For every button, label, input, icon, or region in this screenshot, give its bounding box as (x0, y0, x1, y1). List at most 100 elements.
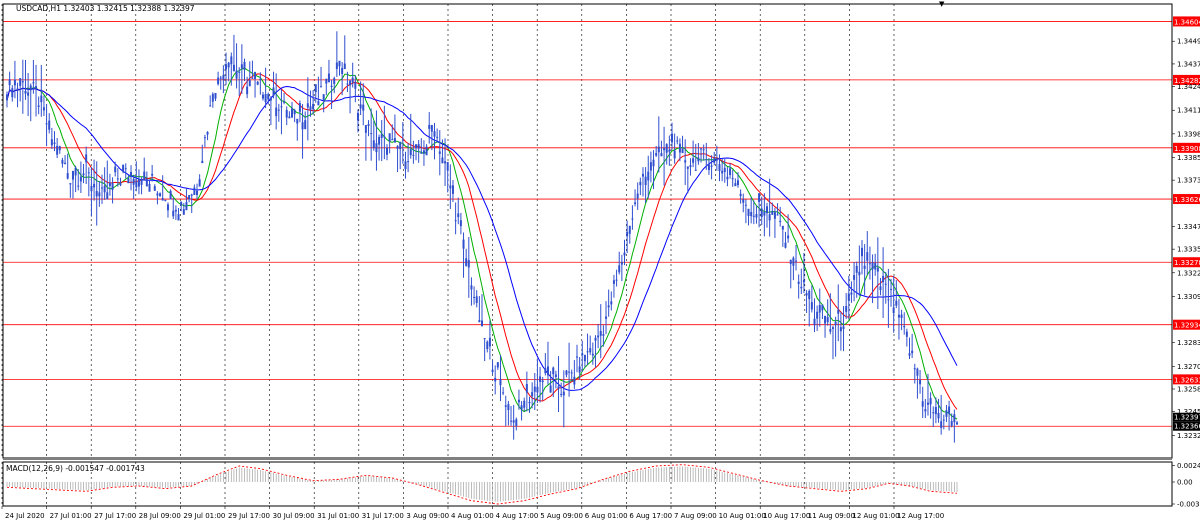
candle-body (649, 162, 652, 171)
candle-body (359, 104, 362, 109)
candle-body (356, 112, 359, 121)
candle-body (412, 154, 415, 156)
candle-body (731, 178, 734, 180)
candle-body (536, 386, 539, 393)
candle-body (488, 337, 491, 347)
candle-body (510, 420, 513, 422)
candle-body (264, 93, 267, 103)
candle-body (378, 136, 381, 145)
chart-grid (1, 4, 895, 506)
price-tick-label: 1.32705 (1177, 363, 1200, 371)
candle-body (53, 142, 56, 144)
time-tick-label: 3 Aug 09:00 (406, 512, 449, 520)
candle-body (166, 204, 169, 211)
candle-body (607, 305, 610, 308)
chart-shift-marker-icon[interactable]: ▼ (939, 0, 945, 8)
candle-body (911, 350, 914, 354)
candle-body (42, 107, 45, 111)
time-tick-label: 24 Jul 2020 (5, 512, 45, 520)
price-scale: 1.346041.342821.339081.336261.332781.329… (1172, 16, 1200, 440)
candle-body (79, 176, 82, 182)
candle-body (415, 144, 418, 149)
candle-body (140, 179, 143, 185)
candle-body (868, 263, 871, 265)
candle-body (375, 143, 378, 153)
candle-body (948, 406, 951, 414)
price-tick-label: 1.34370 (1177, 60, 1200, 68)
candle-body (581, 353, 584, 356)
time-tick-label: 31 Jul 01:00 (317, 512, 359, 520)
candle-body (71, 170, 74, 180)
candle-body (137, 179, 140, 187)
time-tick-label: 29 Jul 01:00 (183, 512, 225, 520)
candle-body (24, 90, 27, 94)
price-tick-label: 1.33730 (1177, 177, 1200, 185)
candle-body (433, 131, 436, 137)
candle-body (467, 260, 470, 268)
macd-label: MACD(12,26,9) -0.001547 -0.001743 (6, 464, 145, 473)
candle-body (50, 139, 53, 146)
candle-body (393, 138, 396, 143)
candle-body (219, 77, 222, 79)
time-tick-label: 12 Aug 17:00 (897, 512, 944, 520)
candle-body (736, 180, 739, 186)
candle-body (407, 161, 410, 163)
candle-body (296, 118, 299, 124)
candle-body (634, 202, 637, 205)
candle-body (673, 150, 676, 159)
price-tick-label: 1.33090 (1177, 293, 1200, 301)
candle-body (428, 124, 431, 129)
candle-body (583, 354, 586, 362)
candle-body (367, 124, 370, 126)
candle-body (919, 379, 922, 385)
candle-body (45, 123, 48, 125)
candle-body (238, 71, 241, 73)
candle-body (364, 125, 367, 133)
candle-body (267, 94, 270, 100)
macd-tick-label: 0.00 (1177, 479, 1193, 487)
candle-body (781, 225, 784, 230)
candle-body (156, 193, 159, 196)
candle-body (897, 314, 900, 318)
price-tick-label: 1.33855 (1177, 154, 1200, 162)
candle-body (177, 214, 180, 221)
candle-body (169, 190, 172, 200)
candle-body (341, 67, 344, 74)
candle-body (454, 220, 457, 222)
candle-body (320, 86, 323, 88)
candle-body (430, 124, 433, 132)
candle-body (174, 209, 177, 212)
level-tag-label: 1.34604 (1174, 18, 1200, 26)
candle-body (483, 338, 486, 340)
current-price-label: 1.32397 (1174, 414, 1200, 422)
candle-body (211, 93, 214, 102)
candle-body (227, 62, 230, 68)
candle-body (871, 262, 874, 270)
candle-body (829, 329, 832, 332)
candle-body (90, 186, 93, 192)
candle-body (591, 353, 594, 356)
candle-body (29, 85, 32, 91)
candle-body (900, 314, 903, 318)
candle-body (560, 393, 563, 395)
candle-body (32, 82, 35, 84)
candle-body (196, 190, 198, 195)
candle-body (710, 165, 713, 167)
candle-body (451, 185, 454, 194)
candle-body (180, 201, 183, 206)
candle-body (314, 84, 317, 93)
candle-body (280, 106, 283, 108)
candle-body (855, 265, 858, 273)
candle-body (401, 139, 404, 141)
candle-body (74, 167, 77, 176)
candle-body (887, 299, 890, 301)
candle-body (647, 171, 650, 181)
candle-body (235, 70, 238, 79)
candle-body (755, 214, 758, 218)
candle-body (826, 317, 829, 323)
time-tick-label: 31 Jul 17:00 (362, 512, 404, 520)
candle-body (576, 356, 578, 358)
candle-body (103, 185, 106, 193)
price-tick-label: 1.33475 (1177, 223, 1200, 231)
candle-body (578, 366, 581, 373)
